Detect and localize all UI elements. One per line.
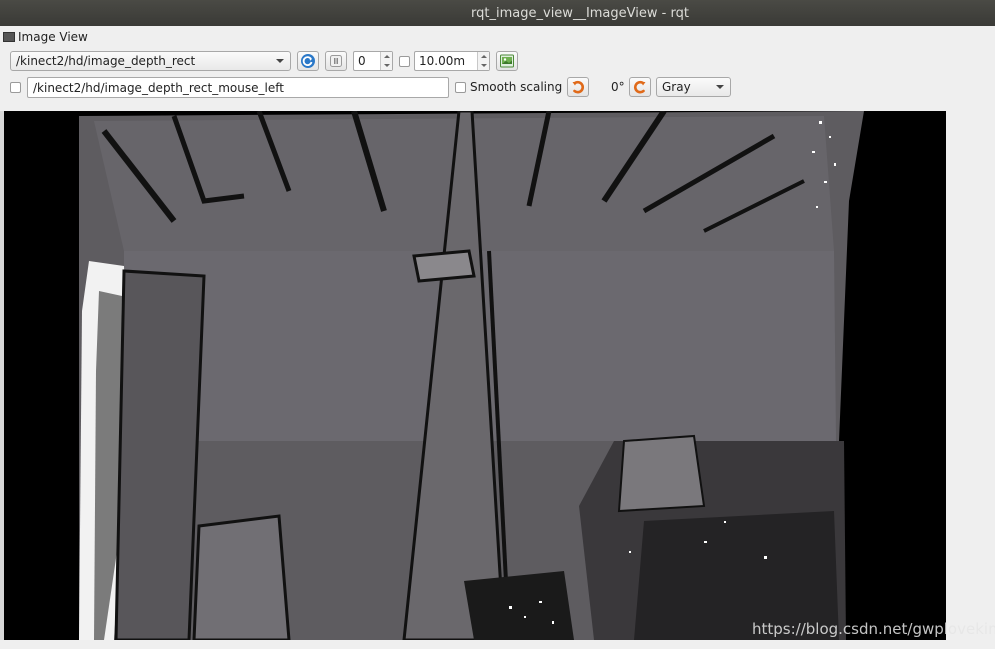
color-scheme-value: Gray [662, 80, 691, 94]
pause-icon [330, 55, 342, 67]
min-depth-value: 0 [358, 54, 366, 68]
topic-select-value: /kinect2/hd/image_depth_rect [16, 54, 196, 68]
publish-mouse-checkbox[interactable] [10, 82, 21, 93]
min-depth-spinbox[interactable]: 0 [353, 51, 393, 71]
mouse-topic-input[interactable]: /kinect2/hd/image_depth_rect_mouse_left [27, 77, 449, 98]
spin-arrows[interactable] [477, 52, 489, 70]
rotate-right-button[interactable] [629, 77, 651, 97]
save-image-icon [500, 54, 514, 68]
depth-image-view[interactable] [4, 111, 946, 640]
refresh-icon [301, 54, 315, 68]
smooth-scaling-checkbox[interactable] [455, 82, 466, 93]
watermark: https://blog.csdn.net/gwplovekimi [752, 620, 995, 638]
rotate-left-icon [572, 80, 585, 94]
rotation-label: 0° [611, 80, 625, 94]
window-title: rqt_image_view__ImageView - rqt [471, 5, 689, 21]
panel-header: Image View [3, 28, 88, 46]
topic-select[interactable]: /kinect2/hd/image_depth_rect [10, 51, 291, 71]
rotate-right-icon [633, 80, 646, 94]
panel-window-icon[interactable] [3, 32, 15, 42]
panel-title: Image View [18, 30, 88, 44]
chevron-up-icon [480, 55, 487, 58]
mouse-topic-value: /kinect2/hd/image_depth_rect_mouse_left [33, 80, 284, 95]
rotate-left-button[interactable] [567, 77, 589, 97]
chevron-down-icon [276, 59, 284, 63]
chevron-up-icon [383, 55, 390, 58]
chevron-down-icon [716, 85, 724, 89]
refresh-topics-button[interactable] [297, 51, 319, 71]
depth-image [4, 111, 946, 640]
max-depth-value: 10.00m [419, 54, 466, 68]
right-panel [946, 111, 995, 640]
chevron-down-icon [383, 64, 390, 67]
save-image-button[interactable] [496, 51, 518, 71]
max-depth-spinbox[interactable]: 10.00m [414, 51, 490, 71]
color-scheme-select[interactable]: Gray [656, 77, 731, 97]
window-titlebar: rqt_image_view__ImageView - rqt [0, 0, 995, 26]
chevron-down-icon [480, 64, 487, 67]
dynamic-range-checkbox[interactable] [399, 56, 410, 67]
pause-button[interactable] [325, 51, 347, 71]
spin-arrows[interactable] [380, 52, 392, 70]
smooth-scaling-label: Smooth scaling [470, 80, 563, 94]
